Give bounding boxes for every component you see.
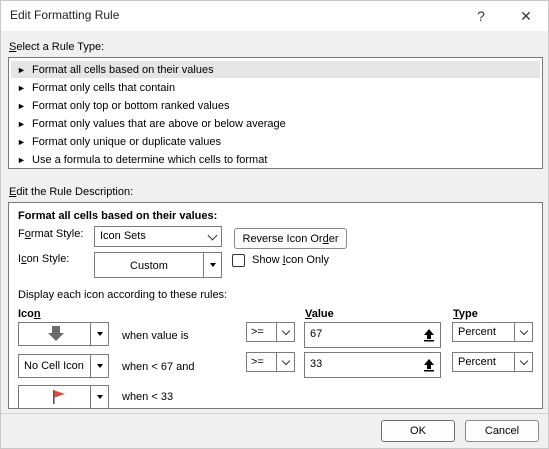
condition-text-row-3: when < 33: [122, 391, 174, 403]
operator-select-row-1[interactable]: >=: [246, 322, 295, 342]
icon-style-label: Icon Style:: [18, 253, 70, 265]
format-style-label: Format Style:: [18, 228, 84, 240]
footer-divider: [1, 413, 548, 414]
description-heading: Format all cells based on their values:: [18, 210, 218, 222]
icon-select-row-2[interactable]: No Cell Icon: [18, 354, 109, 378]
condition-text-row-2: when < 67 and: [122, 361, 195, 373]
value-input-row-1[interactable]: 67: [304, 322, 441, 348]
rule-type-list[interactable]: ► Format all cells based on their values …: [8, 57, 543, 169]
rule-type-item[interactable]: ► Format only unique or duplicate values: [11, 133, 540, 150]
arrow-right-icon: ►: [17, 82, 26, 93]
help-button[interactable]: ?: [458, 1, 504, 31]
arrow-right-icon: ►: [17, 136, 26, 147]
dropdown-triangle-icon: [90, 355, 108, 377]
icon-select-row-3[interactable]: [18, 385, 109, 409]
rule-type-label: Select a Rule Type:: [9, 41, 105, 53]
rule-type-item[interactable]: ► Format only top or bottom ranked values: [11, 97, 540, 114]
arrow-right-icon: ►: [17, 154, 26, 165]
show-icon-only-checkbox[interactable]: [232, 254, 245, 267]
rule-type-item[interactable]: ► Format only values that are above or be…: [11, 115, 540, 132]
rule-description-label: Edit the Rule Description:: [9, 186, 134, 198]
value-input-row-2[interactable]: 33: [304, 352, 441, 378]
window-title: Edit Formatting Rule: [10, 8, 120, 22]
ok-button[interactable]: OK: [381, 420, 455, 442]
no-cell-icon: No Cell Icon: [24, 360, 84, 372]
close-button[interactable]: ✕: [503, 1, 549, 31]
column-header-value: Value: [305, 308, 334, 320]
title-bar: Edit Formatting Rule ? ✕: [1, 1, 548, 31]
chevron-down-icon: [514, 353, 532, 371]
range-select-icon[interactable]: [421, 328, 437, 342]
rule-type-item[interactable]: ► Format only cells that contain: [11, 79, 540, 96]
type-select-row-1[interactable]: Percent: [452, 322, 533, 342]
operator-select-row-2[interactable]: >=: [246, 352, 295, 372]
arrow-right-icon: ►: [17, 100, 26, 111]
red-flag-icon: [51, 389, 67, 408]
format-style-select[interactable]: Icon Sets: [94, 226, 222, 247]
gray-down-arrow-icon: [47, 326, 65, 345]
rule-type-item[interactable]: ► Format all cells based on their values: [11, 61, 540, 78]
condition-text-row-1: when value is: [122, 330, 189, 342]
chevron-down-icon: [276, 323, 294, 341]
rule-description-panel: Format all cells based on their values: …: [8, 202, 543, 409]
rule-type-item[interactable]: ► Use a formula to determine which cells …: [11, 151, 540, 168]
column-header-icon: Icon: [18, 308, 41, 320]
dropdown-triangle-icon: [90, 323, 108, 345]
display-rules-text: Display each icon according to these rul…: [18, 289, 228, 301]
dropdown-triangle-icon: [90, 386, 108, 408]
icon-select-row-1[interactable]: [18, 322, 109, 346]
chevron-down-icon: [203, 227, 221, 246]
reverse-icon-order-button[interactable]: Reverse Icon Or d er: [234, 228, 347, 249]
dropdown-triangle-icon: [203, 253, 221, 277]
arrow-right-icon: ►: [17, 118, 26, 129]
column-header-type: Type: [453, 308, 478, 320]
cancel-button[interactable]: Cancel: [465, 420, 539, 442]
range-select-icon[interactable]: [421, 358, 437, 372]
edit-formatting-rule-dialog: Edit Formatting Rule ? ✕ Select a Rule T…: [0, 0, 549, 449]
show-icon-only-label: Show Icon Only: [252, 254, 330, 266]
icon-style-select[interactable]: Custom: [94, 252, 222, 278]
chevron-down-icon: [276, 353, 294, 371]
close-icon: ✕: [520, 7, 532, 24]
help-icon: ?: [477, 8, 485, 24]
arrow-right-icon: ►: [17, 64, 26, 75]
chevron-down-icon: [514, 323, 532, 341]
type-select-row-2[interactable]: Percent: [452, 352, 533, 372]
